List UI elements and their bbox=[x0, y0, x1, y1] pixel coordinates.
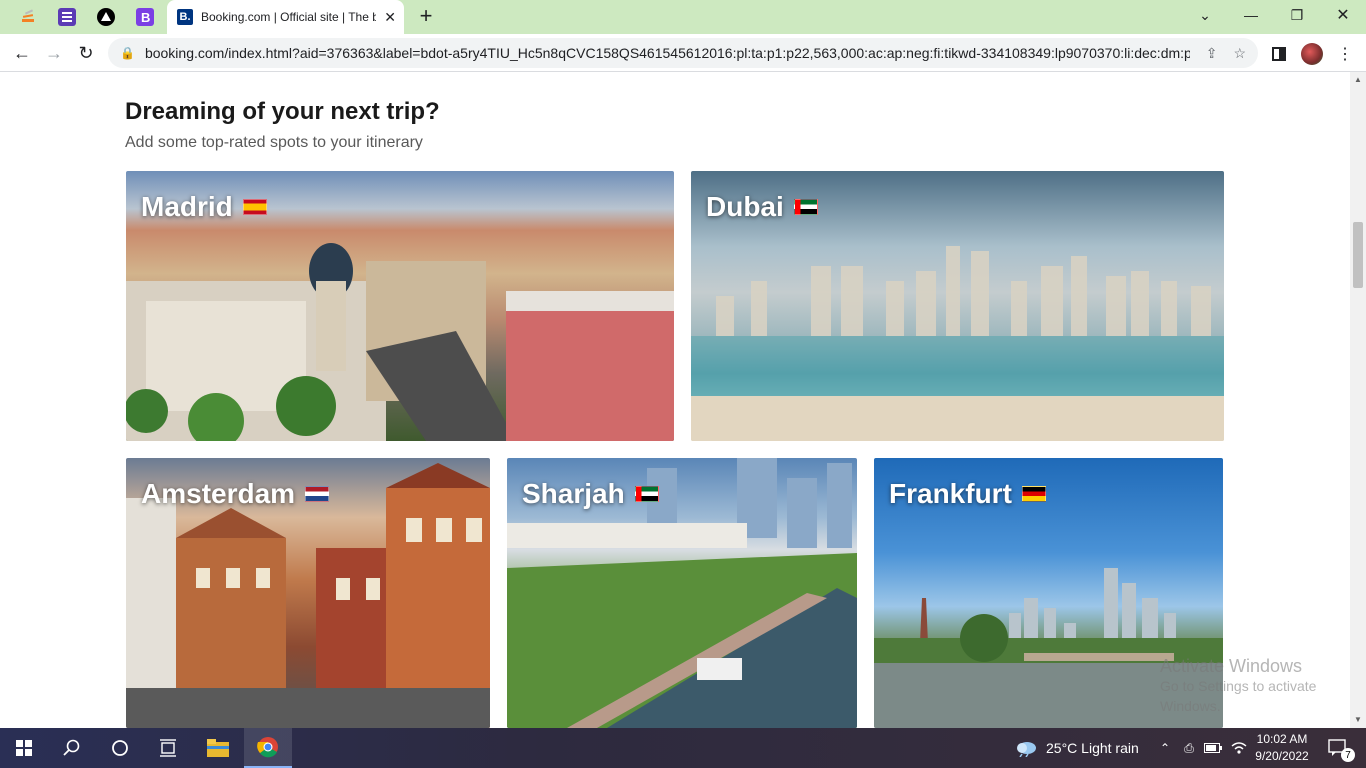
back-button[interactable]: ← bbox=[10, 41, 34, 65]
page-subtitle: Add some top-rated spots to your itinera… bbox=[125, 134, 423, 151]
menu-kebab-icon[interactable]: ⋮ bbox=[1334, 43, 1356, 65]
wifi-icon[interactable] bbox=[1228, 728, 1250, 768]
list-icon bbox=[58, 8, 76, 26]
watermark-title: Activate Windows bbox=[1160, 656, 1303, 676]
active-tab[interactable]: B. Booking.com | Official site | The b ✕ bbox=[167, 0, 404, 34]
close-window-button[interactable]: ✕ bbox=[1320, 0, 1366, 30]
flag-netherlands-icon bbox=[305, 486, 330, 502]
windows-taskbar: 25°C Light rain ⌃ ⎙ 10:02 AM 9/20/2022 7 bbox=[0, 728, 1366, 768]
file-explorer-icon[interactable] bbox=[196, 728, 240, 768]
destination-name-amsterdam: Amsterdam bbox=[141, 478, 330, 510]
b-icon: B bbox=[136, 8, 154, 26]
address-bar[interactable]: 🔒 booking.com/index.html?aid=376363&labe… bbox=[108, 38, 1258, 68]
pinned-tab-stack[interactable] bbox=[16, 5, 40, 29]
tab-search-chevron-icon[interactable]: ⌄ bbox=[1182, 0, 1228, 30]
cortana-icon[interactable] bbox=[96, 728, 144, 768]
scrollbar-thumb[interactable] bbox=[1353, 222, 1363, 288]
scrollbar-track[interactable] bbox=[1350, 72, 1366, 728]
search-icon[interactable] bbox=[48, 728, 96, 768]
svg-text:B: B bbox=[141, 10, 150, 25]
notification-count: 7 bbox=[1341, 748, 1355, 762]
pinned-tab-b[interactable]: B bbox=[133, 5, 157, 29]
weather-text[interactable]: 25°C Light rain bbox=[1046, 728, 1139, 768]
activate-windows-watermark: Activate Windows Go to Settings to activ… bbox=[1160, 656, 1350, 716]
destination-name-sharjah: Sharjah bbox=[522, 478, 659, 510]
notifications-icon[interactable]: 7 bbox=[1318, 728, 1358, 768]
destination-name-frankfurt: Frankfurt bbox=[889, 478, 1046, 510]
stack-icon bbox=[22, 9, 34, 22]
flag-uae-icon bbox=[793, 199, 818, 215]
destination-name-dubai: Dubai bbox=[706, 191, 818, 223]
windows-start-icon[interactable] bbox=[0, 728, 48, 768]
battery-icon[interactable] bbox=[1202, 728, 1224, 768]
watermark-subtitle: Go to Settings to activate Windows. bbox=[1160, 678, 1317, 714]
lock-icon: 🔒 bbox=[120, 46, 135, 60]
bookmark-star-icon[interactable]: ☆ bbox=[1233, 45, 1246, 62]
new-tab-button[interactable]: + bbox=[414, 3, 438, 28]
destination-name-madrid: Madrid bbox=[141, 191, 267, 223]
pinned-tab-triangle[interactable] bbox=[94, 5, 118, 29]
url-text[interactable]: booking.com/index.html?aid=376363&label=… bbox=[145, 45, 1190, 61]
flag-uae-icon bbox=[634, 486, 659, 502]
profile-avatar[interactable] bbox=[1301, 43, 1323, 65]
pinned-tab-list[interactable] bbox=[55, 5, 79, 29]
clock-date: 9/20/2022 bbox=[1255, 749, 1309, 763]
task-view-icon[interactable] bbox=[144, 728, 192, 768]
booking-favicon: B. bbox=[177, 9, 193, 25]
tab-close-icon[interactable]: ✕ bbox=[384, 9, 396, 26]
clock-time: 10:02 AM bbox=[1256, 732, 1308, 746]
destination-card-sharjah[interactable]: Sharjah bbox=[507, 458, 857, 728]
destination-card-madrid[interactable]: Madrid bbox=[126, 171, 674, 441]
side-panel-icon[interactable] bbox=[1268, 43, 1290, 65]
share-icon[interactable]: ⇪ bbox=[1206, 45, 1218, 62]
chrome-taskbar-icon[interactable] bbox=[244, 728, 292, 768]
restore-button[interactable]: ❐ bbox=[1274, 0, 1320, 30]
reload-button[interactable]: ↻ bbox=[74, 41, 98, 65]
system-clock[interactable]: 10:02 AM 9/20/2022 bbox=[1252, 731, 1312, 765]
destination-card-amsterdam[interactable]: Amsterdam bbox=[126, 458, 490, 728]
page-title: Dreaming of your next trip? bbox=[125, 98, 440, 125]
destination-card-dubai[interactable]: Dubai bbox=[691, 171, 1224, 441]
page-content: Dreaming of your next trip? Add some top… bbox=[0, 72, 1350, 728]
triangle-icon bbox=[97, 8, 115, 26]
forward-button[interactable]: → bbox=[42, 41, 66, 65]
scroll-up-icon[interactable]: ▲ bbox=[1350, 72, 1366, 86]
minimize-button[interactable]: — bbox=[1228, 0, 1274, 30]
scroll-down-icon[interactable]: ▼ bbox=[1350, 712, 1366, 726]
flag-germany-icon bbox=[1021, 486, 1046, 502]
device-icon[interactable]: ⎙ bbox=[1180, 728, 1198, 768]
chevron-up-icon[interactable]: ⌃ bbox=[1156, 728, 1174, 768]
tab-strip: B B. Booking.com | Official site | The b… bbox=[0, 0, 1366, 34]
weather-cloud-icon[interactable] bbox=[1012, 728, 1040, 768]
browser-toolbar: ← → ↻ 🔒 booking.com/index.html?aid=37636… bbox=[0, 34, 1366, 72]
flag-spain-icon bbox=[242, 199, 267, 215]
tab-title: Booking.com | Official site | The b bbox=[201, 10, 377, 24]
